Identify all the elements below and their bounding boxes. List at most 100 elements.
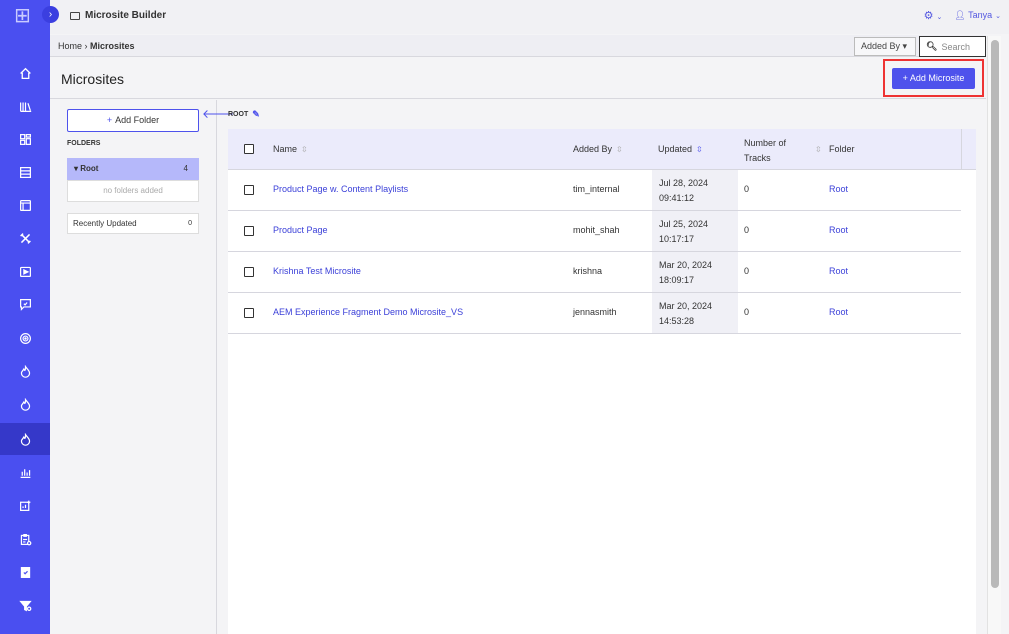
- column-folder-label: Folder: [829, 144, 855, 154]
- analytics-icon[interactable]: [0, 456, 50, 488]
- app-title: Microsite Builder: [70, 10, 166, 21]
- folder-link[interactable]: Root: [829, 225, 848, 235]
- highlight-box: + Add Microsite: [883, 59, 984, 97]
- tracks-cell: 0: [744, 307, 750, 317]
- updated-cell: Mar 20, 2024 14:53:28: [659, 299, 712, 329]
- empty-folders-text: no folders added: [67, 180, 199, 202]
- window-icon[interactable]: [0, 189, 50, 221]
- added-by-cell: tim_internal: [573, 184, 620, 194]
- table-row[interactable]: Product Page w. Content Playlists tim_in…: [228, 170, 961, 211]
- updated-cell: Jul 28, 2024 09:41:12: [659, 176, 708, 206]
- added-by-cell: jennasmith: [573, 307, 617, 317]
- grid-icon[interactable]: [0, 123, 50, 155]
- logo[interactable]: ⊞: [14, 3, 38, 29]
- home-icon[interactable]: [0, 57, 50, 89]
- column-folder[interactable]: Folder: [829, 144, 855, 154]
- select-all-checkbox[interactable]: [244, 144, 254, 154]
- column-name-label: Name: [273, 144, 298, 154]
- user-icon: 👤︎: [954, 10, 966, 20]
- user-menu[interactable]: 👤︎ Tanya ⌄: [954, 10, 1001, 21]
- updated-date: Jul 28, 2024: [659, 178, 709, 188]
- filter-icon[interactable]: [0, 589, 50, 621]
- updated-date: Mar 20, 2024: [659, 301, 713, 311]
- column-updated[interactable]: Updated ⇳: [658, 144, 703, 154]
- microsite-name-link[interactable]: AEM Experience Fragment Demo Microsite_V…: [273, 307, 463, 317]
- table-header: Name ⇳ Added By ⇳ Updated ⇳ Number of Tracks…: [228, 129, 976, 170]
- microsite-name-link[interactable]: Product Page: [273, 225, 328, 235]
- tracks-cell: 0: [744, 225, 750, 235]
- chat-icon[interactable]: [0, 288, 50, 320]
- top-bar: Microsite Builder ⚙ ⌄ 👤︎ Tanya ⌄: [50, 0, 1009, 34]
- microsite-name-link[interactable]: Krishna Test Microsite: [273, 266, 361, 276]
- folder-link[interactable]: Root: [829, 266, 848, 276]
- column-settings[interactable]: [961, 129, 976, 170]
- search-icon: 🔍︎: [926, 41, 938, 51]
- plus-icon: +: [106, 115, 113, 125]
- current-folder-label: ROOT ✎: [228, 109, 260, 120]
- search-input[interactable]: 🔍︎ Search: [919, 36, 986, 57]
- table-row[interactable]: AEM Experience Fragment Demo Microsite_V…: [228, 293, 961, 334]
- column-added-by-label: Added By: [573, 144, 613, 154]
- column-tracks[interactable]: Number of Tracks: [744, 136, 786, 166]
- column-added-by[interactable]: Added By ⇳: [573, 144, 623, 154]
- caret-down-icon: ▾: [902, 41, 908, 51]
- folders-heading: FOLDERS: [67, 140, 101, 147]
- search-placeholder: Search: [941, 41, 970, 52]
- add-microsite-button[interactable]: + Add Microsite: [892, 68, 975, 89]
- tools-icon[interactable]: [0, 222, 50, 254]
- microsite-icon[interactable]: [0, 423, 50, 455]
- folder-root-label: Root: [80, 164, 99, 173]
- sort-icon: ⇳: [815, 145, 822, 154]
- updated-date: Jul 25, 2024: [659, 219, 709, 229]
- table-row[interactable]: Krishna Test Microsite krishna Mar 20, 2…: [228, 252, 961, 293]
- gear-icon: ⚙: [923, 10, 934, 22]
- settings-menu[interactable]: ⚙ ⌄: [924, 9, 943, 22]
- bookmark-icon[interactable]: [0, 556, 50, 588]
- row-checkbox[interactable]: [244, 308, 254, 318]
- video-icon[interactable]: [0, 255, 50, 287]
- breadcrumb-current: Microsites: [90, 41, 135, 51]
- tracks-sort[interactable]: ⇳: [811, 144, 822, 154]
- list-icon[interactable]: [0, 156, 50, 188]
- column-tracks-label-2: Tracks: [744, 153, 771, 163]
- library-icon[interactable]: [0, 90, 50, 122]
- page-header: Microsites + Add Microsite: [50, 58, 986, 99]
- sort-desc-icon: ⇳: [696, 145, 703, 154]
- updated-time: 14:53:28: [659, 316, 695, 326]
- table-row[interactable]: Product Page mohit_shah Jul 25, 2024 10:1…: [228, 211, 961, 252]
- folder-panel: + Add Folder 🡐 FOLDERS ▾ Root 4 no folder…: [50, 100, 234, 634]
- row-checkbox[interactable]: [244, 185, 254, 195]
- folder-root[interactable]: ▾ Root 4: [67, 158, 199, 180]
- column-name[interactable]: Name ⇳: [273, 144, 308, 154]
- caret-down-icon: ▾: [74, 164, 79, 173]
- target-icon[interactable]: [0, 322, 50, 354]
- recently-updated-folder[interactable]: Recently Updated 0: [67, 213, 199, 234]
- added-by-filter-label: Added By: [861, 41, 901, 51]
- folder-link[interactable]: Root: [829, 184, 848, 194]
- flame-alt-icon[interactable]: [0, 388, 50, 420]
- expand-sidebar-button[interactable]: ›: [42, 6, 59, 23]
- page-title: Microsites: [61, 71, 125, 87]
- row-checkbox[interactable]: [244, 267, 254, 277]
- flame-icon[interactable]: [0, 355, 50, 387]
- add-folder-button[interactable]: + Add Folder: [67, 109, 199, 132]
- folder-link[interactable]: Root: [829, 307, 848, 317]
- recently-updated-count: 0: [188, 220, 192, 227]
- tracks-cell: 0: [744, 266, 750, 276]
- folder-root-count: 4: [183, 164, 188, 173]
- row-checkbox[interactable]: [244, 226, 254, 236]
- breadcrumb-home[interactable]: Home: [58, 41, 82, 51]
- column-updated-label: Updated: [658, 144, 693, 154]
- added-by-filter[interactable]: Added By ▾: [854, 37, 916, 56]
- pencil-icon[interactable]: ✎: [252, 109, 260, 120]
- book-icon: [70, 11, 80, 20]
- updated-time: 09:41:12: [659, 193, 695, 203]
- sidebar: ⊞: [0, 0, 50, 634]
- scrollbar[interactable]: [987, 36, 1001, 634]
- chevron-down-icon: ⌄: [995, 13, 1001, 20]
- microsite-name-link[interactable]: Product Page w. Content Playlists: [273, 184, 408, 194]
- breadcrumb: Home › Microsites: [58, 41, 135, 51]
- reports-icon[interactable]: [0, 489, 50, 521]
- scrollbar-thumb[interactable]: [991, 40, 999, 588]
- clipboard-icon[interactable]: [0, 523, 50, 555]
